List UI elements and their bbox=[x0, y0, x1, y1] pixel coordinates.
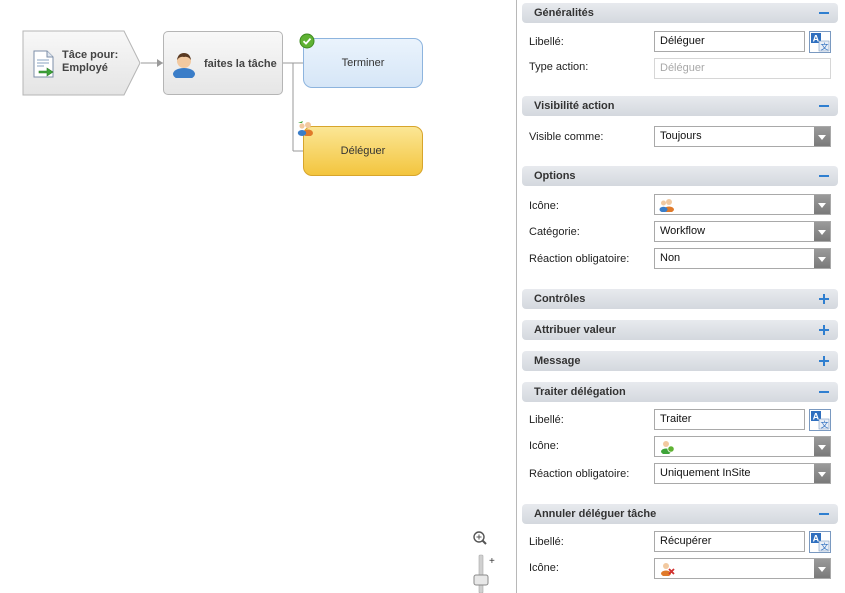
generalites-libelle-input[interactable]: Déléguer bbox=[654, 31, 805, 52]
options-categorie-value: Workflow bbox=[660, 225, 706, 237]
section-attribuer[interactable]: Attribuer valeur bbox=[522, 320, 838, 340]
section-annuler-title: Annuler déléguer tâche bbox=[534, 508, 657, 520]
generalites-type-field: Déléguer bbox=[654, 58, 831, 79]
visibilite-visible-select[interactable]: Toujours bbox=[654, 126, 831, 147]
svg-text:文: 文 bbox=[821, 41, 829, 51]
collapse-icon[interactable] bbox=[818, 3, 830, 23]
property-panel: Généralités Libellé: Déléguer A 文 Type a… bbox=[516, 0, 845, 593]
generalites-libelle-label: Libellé: bbox=[529, 36, 564, 48]
visibilite-visible-value: Toujours bbox=[660, 130, 702, 142]
task-node[interactable]: Tâce pour: Employé bbox=[22, 30, 160, 96]
traiter-icone-select[interactable] bbox=[654, 436, 831, 457]
delegate-node[interactable]: Déléguer bbox=[303, 126, 423, 176]
person-icon bbox=[173, 53, 195, 78]
section-traiter-title: Traiter délégation bbox=[534, 386, 626, 398]
annuler-libelle-label: Libellé: bbox=[529, 536, 564, 548]
section-controles-title: Contrôles bbox=[534, 293, 586, 305]
section-message-title: Message bbox=[534, 355, 581, 367]
options-icone-label: Icône: bbox=[529, 200, 559, 212]
collapse-icon[interactable] bbox=[818, 96, 830, 116]
expand-icon[interactable] bbox=[818, 289, 830, 309]
svg-text:文: 文 bbox=[821, 419, 829, 429]
annuler-libelle-input[interactable]: Récupérer bbox=[654, 531, 805, 552]
traiter-reaction-label: Réaction obligatoire: bbox=[529, 468, 630, 480]
svg-text:A: A bbox=[813, 533, 820, 543]
zoom-slider[interactable]: + bbox=[471, 530, 495, 593]
section-visibilite-title: Visibilité action bbox=[534, 100, 615, 112]
options-reaction-value: Non bbox=[660, 252, 681, 264]
translate-icon[interactable]: A 文 bbox=[809, 31, 831, 53]
section-attribuer-title: Attribuer valeur bbox=[534, 324, 616, 336]
chevron-down-icon[interactable] bbox=[814, 464, 830, 483]
visibilite-visible-label: Visible comme: bbox=[529, 131, 604, 143]
section-traiter[interactable]: Traiter délégation bbox=[522, 382, 838, 402]
options-reaction-select[interactable]: Non bbox=[654, 248, 831, 269]
end-node-label: Terminer bbox=[341, 57, 385, 69]
chevron-down-icon[interactable] bbox=[814, 127, 830, 146]
zoom-plus-label: + bbox=[489, 556, 495, 567]
section-message[interactable]: Message bbox=[522, 351, 838, 371]
traiter-libelle-label: Libellé: bbox=[529, 414, 564, 426]
section-generalites[interactable]: Généralités bbox=[522, 3, 838, 23]
options-icone-select[interactable] bbox=[654, 194, 831, 215]
delegate-icon bbox=[297, 121, 313, 136]
section-annuler[interactable]: Annuler déléguer tâche bbox=[522, 504, 838, 524]
translate-icon[interactable]: A 文 bbox=[809, 531, 831, 553]
section-controles[interactable]: Contrôles bbox=[522, 289, 838, 309]
collapse-icon[interactable] bbox=[818, 504, 830, 524]
chevron-down-icon[interactable] bbox=[814, 559, 830, 578]
traiter-reaction-select[interactable]: Uniquement InSite bbox=[654, 463, 831, 484]
collapse-icon[interactable] bbox=[818, 166, 830, 186]
svg-text:文: 文 bbox=[821, 541, 829, 551]
expand-icon[interactable] bbox=[818, 320, 830, 340]
section-options[interactable]: Options bbox=[522, 166, 838, 186]
chevron-down-icon[interactable] bbox=[814, 249, 830, 268]
delegate-node-label: Déléguer bbox=[340, 145, 386, 157]
process-icon bbox=[661, 441, 675, 454]
svg-text:A: A bbox=[813, 411, 820, 421]
task-node-label: Tâce pour: Employé bbox=[62, 49, 118, 75]
traiter-libelle-input[interactable]: Traiter bbox=[654, 409, 805, 430]
traiter-icone-label: Icône: bbox=[529, 440, 559, 452]
task-node-line1: Tâce pour: bbox=[62, 49, 119, 61]
section-generalites-title: Généralités bbox=[534, 7, 594, 19]
options-reaction-label: Réaction obligatoire: bbox=[529, 253, 630, 265]
traiter-reaction-value: Uniquement InSite bbox=[660, 467, 751, 479]
section-visibilite[interactable]: Visibilité action bbox=[522, 96, 838, 116]
end-node[interactable]: Terminer bbox=[303, 38, 423, 88]
task-node-line2: Employé bbox=[62, 62, 108, 74]
svg-text:A: A bbox=[813, 33, 820, 43]
check-icon bbox=[299, 33, 315, 49]
cancel-delegate-icon bbox=[661, 563, 675, 576]
annuler-icone-label: Icône: bbox=[529, 562, 559, 574]
collapse-icon[interactable] bbox=[818, 382, 830, 402]
translate-icon[interactable]: A 文 bbox=[809, 409, 831, 431]
zoom-control[interactable]: + bbox=[471, 530, 495, 593]
section-options-title: Options bbox=[534, 170, 576, 182]
step-node-label: faites la tâche bbox=[204, 58, 277, 70]
annuler-icone-select[interactable] bbox=[654, 558, 831, 579]
workflow-canvas: Tâce pour: Employé faites la tâche Termi… bbox=[0, 0, 516, 593]
expand-icon[interactable] bbox=[818, 351, 830, 371]
options-categorie-label: Catégorie: bbox=[529, 226, 580, 238]
chevron-down-icon[interactable] bbox=[814, 222, 830, 241]
step-node[interactable]: faites la tâche bbox=[163, 31, 283, 95]
document-arrow-icon bbox=[33, 50, 54, 78]
chevron-down-icon[interactable] bbox=[814, 195, 830, 214]
chevron-down-icon[interactable] bbox=[814, 437, 830, 456]
generalites-type-label: Type action: bbox=[529, 61, 589, 73]
options-categorie-select[interactable]: Workflow bbox=[654, 221, 831, 242]
delegate-icon bbox=[659, 199, 674, 212]
